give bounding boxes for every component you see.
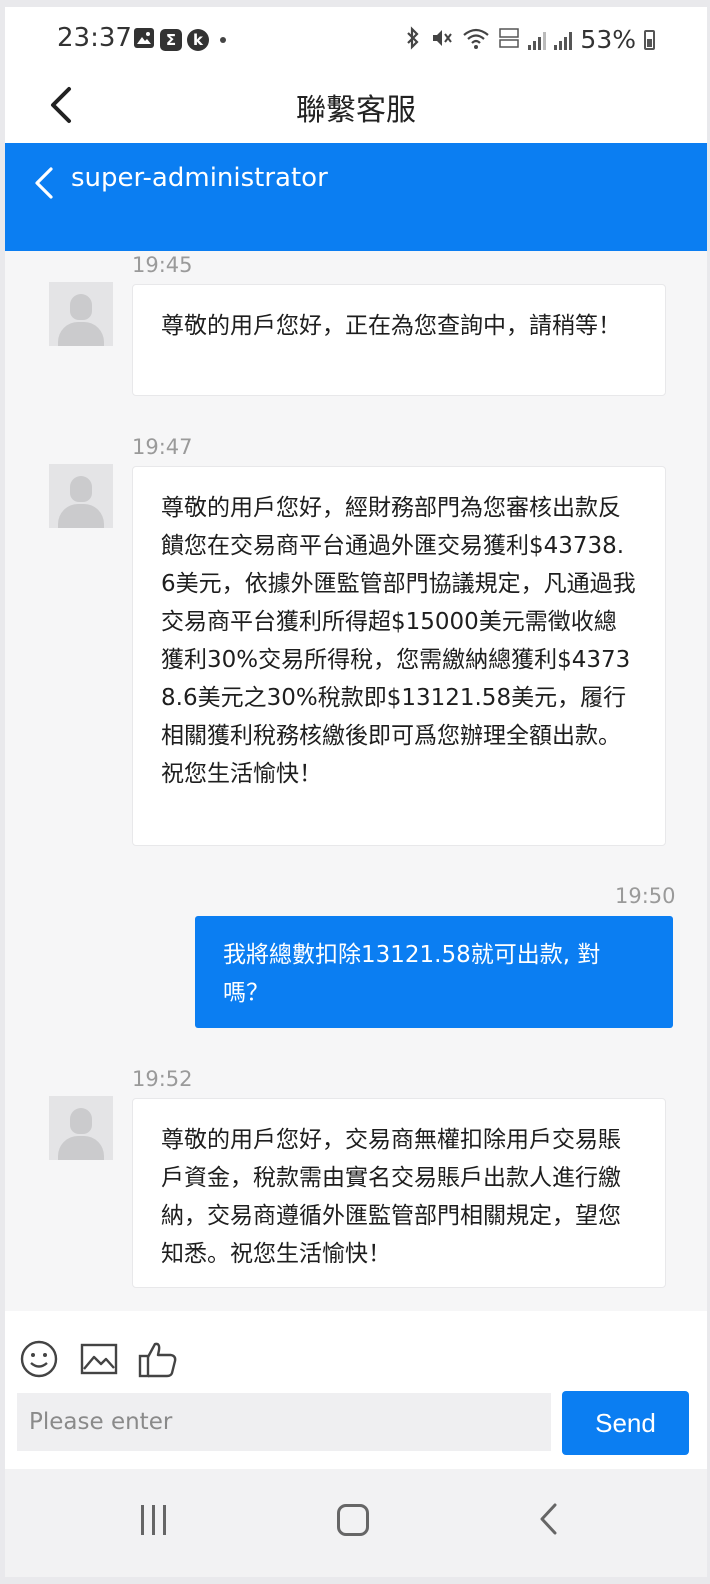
signal-strength-icon-1: [528, 30, 547, 50]
gallery-icon: [133, 27, 155, 53]
image-icon[interactable]: [79, 1339, 119, 1379]
status-bar: 23:37 Σ k 53%: [5, 7, 707, 69]
phone-screen: 23:37 Σ k 53% 聯繫客服 super-administrator 1…: [5, 7, 707, 1577]
incoming-message: 尊敬的用戶您好，經財務部門為您審核出款反饋您在交易商平台通過外匯交易獲利$437…: [132, 466, 666, 846]
sigma-icon: Σ: [160, 29, 182, 51]
battery-icon: [644, 29, 655, 50]
app-bar: 聯繫客服: [5, 69, 707, 143]
message-timestamp: 19:52: [132, 1067, 193, 1091]
message-composer: Send: [5, 1311, 707, 1469]
message-timestamp: 19:47: [132, 435, 193, 459]
mute-icon: [430, 26, 454, 54]
incoming-message: 尊敬的用戶您好，交易商無權扣除用戶交易賬戶資金，稅款需由實名交易賬戶出款人進行繳…: [132, 1098, 666, 1288]
recent-apps-icon[interactable]: [141, 1505, 171, 1535]
message-input[interactable]: [17, 1393, 551, 1451]
notification-icons: Σ k: [133, 27, 226, 53]
emoji-icon[interactable]: [19, 1339, 59, 1379]
avatar: [49, 1096, 113, 1160]
avatar: [49, 464, 113, 528]
incoming-message: 尊敬的用戶您好，正在為您查詢中，請稍等！: [132, 284, 666, 396]
volte-icon: [498, 26, 520, 54]
chat-header: super-administrator: [5, 143, 707, 251]
system-nav-bar: [5, 1469, 707, 1577]
message-timestamp: 19:50: [615, 884, 676, 908]
send-button[interactable]: Send: [562, 1391, 689, 1455]
signal-strength-icon-2: [554, 30, 573, 50]
chat-contact-name: super-administrator: [71, 163, 328, 193]
battery-level: 53%: [580, 25, 636, 54]
message-timestamp: 19:45: [132, 253, 193, 277]
system-indicators: 53%: [404, 25, 655, 54]
nav-back-icon[interactable]: [537, 1501, 561, 1537]
chat-message-list[interactable]: 19:45 尊敬的用戶您好，正在為您查詢中，請稍等！ 19:47 尊敬的用戶您好…: [5, 251, 707, 1311]
status-time: 23:37: [57, 23, 132, 53]
page-title: 聯繫客服: [296, 93, 416, 128]
wifi-icon: [462, 26, 490, 54]
thumbs-up-icon[interactable]: [137, 1339, 177, 1379]
k-app-icon: k: [187, 29, 209, 51]
home-icon[interactable]: [337, 1504, 369, 1536]
outgoing-message: 我將總數扣除13121.58就可出款, 對嗎？: [195, 916, 673, 1028]
avatar: [49, 282, 113, 346]
bluetooth-icon: [404, 25, 422, 54]
chat-back-icon[interactable]: [31, 165, 57, 201]
more-notifications-dot: [220, 37, 226, 43]
